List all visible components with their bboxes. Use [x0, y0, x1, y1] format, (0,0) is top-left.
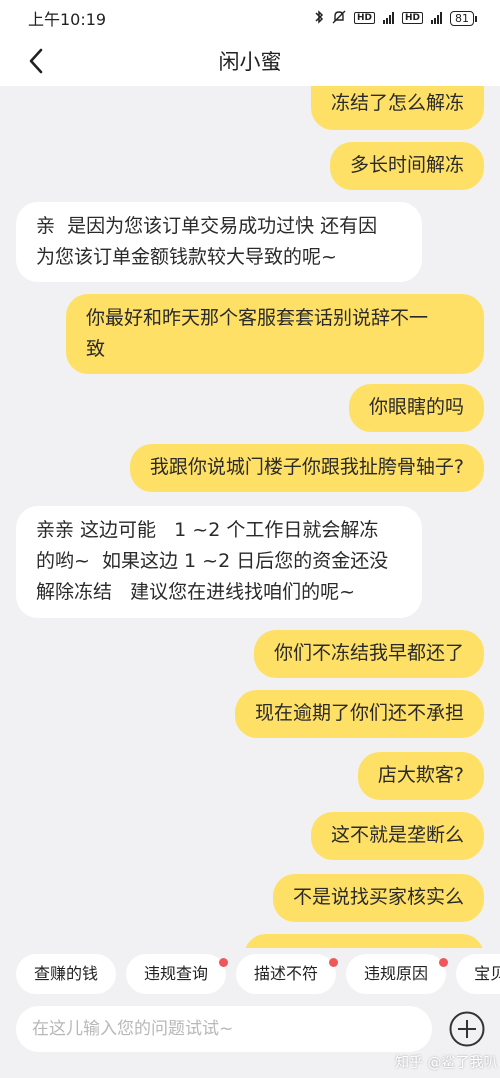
status-icons: HD HD 81	[314, 9, 477, 27]
chat-header: 闲小蜜	[0, 36, 500, 86]
signal-icon-1	[382, 12, 394, 24]
chip-label: 违规原因	[364, 964, 429, 983]
message-bubble: 现在逾期了你们还不承担	[234, 690, 484, 738]
mute-icon	[332, 10, 346, 27]
signal-icon-2	[431, 12, 442, 24]
chat-list[interactable]: 冻结了怎么解冻 多长时间解冻 亲 是因为您该订单交易成功过快 还有因 为您该订单…	[0, 86, 500, 948]
chevron-left-icon	[29, 48, 43, 74]
quick-reply-chip[interactable]: 违规查询	[126, 954, 229, 994]
chip-label: 宝贝	[474, 964, 500, 983]
quick-reply-bar[interactable]: 查赚的钱 违规查询 描述不符 违规原因 宝贝	[0, 948, 500, 1000]
message-bubble: 你最好和昨天那个客服套套话别说辞不一 致	[66, 294, 484, 374]
message-bubble: 你们不冻结我早都还了	[253, 630, 484, 678]
message-bubble: 冻结了怎么解冻	[310, 86, 484, 130]
quick-reply-chip[interactable]: 查赚的钱	[16, 954, 117, 994]
message-bubble: 亲 是因为您该订单交易成功过快 还有因 为您该订单金额钱款较大导致的呢~	[16, 202, 422, 282]
add-button[interactable]	[448, 1010, 486, 1048]
chip-label: 描述不符	[254, 964, 319, 983]
status-time: 上午10:19	[28, 10, 107, 29]
message-bubble: 亲亲 这边可能 1 ~2 个工作日就会解冻 的哟~ 如果这边 1 ~2 日后您的…	[16, 506, 422, 618]
battery-icon: 81	[450, 10, 477, 26]
hd-badge-2: HD	[401, 12, 423, 24]
message-bubble: 多长时间解冻	[329, 142, 484, 190]
message-bubble: 我跟你说城门楼子你跟我扯胯骨轴子?	[129, 444, 484, 492]
message-bubble: 不是说找买家核实么	[272, 874, 484, 922]
back-button[interactable]	[20, 45, 52, 77]
bluetooth-icon	[314, 9, 324, 27]
notification-dot	[219, 958, 229, 967]
page-title: 闲小蜜	[218, 50, 282, 74]
message-bubble: 店大欺客?	[357, 752, 484, 800]
plus-circle-icon	[449, 1011, 485, 1047]
message-bubble: 这不就是垄断么	[310, 812, 484, 860]
message-bubble-partial	[244, 934, 484, 948]
status-bar: 上午10:19 HD HD 81	[0, 0, 500, 36]
notification-dot	[439, 958, 449, 967]
quick-reply-chip[interactable]: 宝贝	[456, 954, 500, 994]
quick-reply-chip[interactable]: 违规原因	[346, 954, 449, 994]
hd-badge-1: HD	[353, 12, 375, 24]
quick-reply-chip[interactable]: 描述不符	[236, 954, 339, 994]
chip-label: 查赚的钱	[34, 964, 99, 983]
message-input[interactable]	[16, 1006, 432, 1052]
watermark: 知乎 @鲨了我叭	[395, 1055, 498, 1071]
chip-label: 违规查询	[144, 964, 209, 983]
message-bubble: 你眼瞎的吗	[348, 384, 484, 432]
notification-dot	[329, 958, 339, 967]
